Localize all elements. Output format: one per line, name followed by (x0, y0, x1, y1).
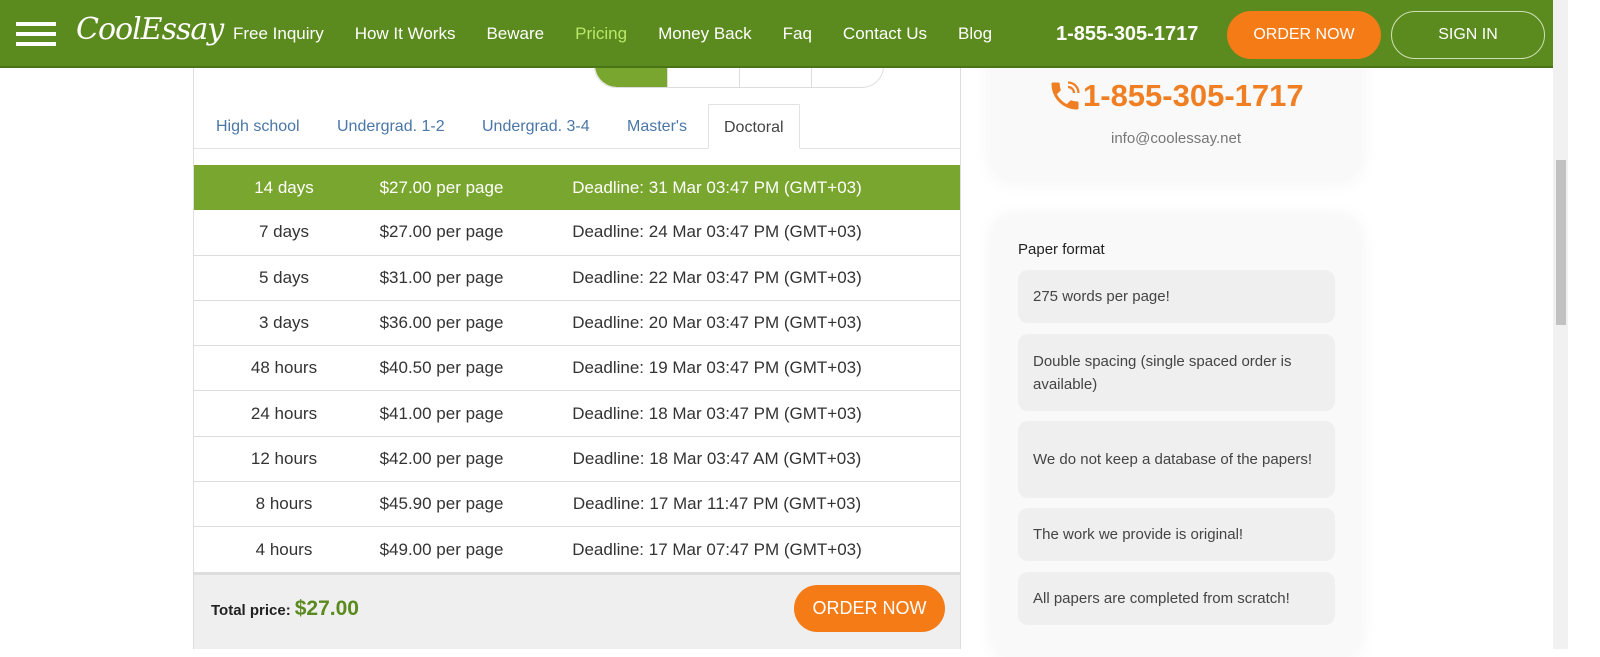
pricing-panel: USDGBPEURCAD High schoolUndergrad. 1-2Un… (193, 44, 961, 649)
deadline: Deadline: 18 Mar 03:47 AM (GMT+03) (572, 448, 862, 468)
tab-level-0[interactable]: High school (216, 104, 300, 149)
price-per-page: $41.00 per page (379, 403, 504, 423)
delivery-term: 7 days (258, 222, 310, 242)
header-order-now-button[interactable]: ORDER NOW (1227, 11, 1381, 59)
nav-link-faq[interactable]: Faq (783, 24, 812, 44)
delivery-term: 12 hours (250, 448, 318, 468)
feature-item: The work we provide is original! (1018, 508, 1335, 561)
scrollbar[interactable] (1553, 0, 1568, 649)
scrollbar-thumb[interactable] (1556, 160, 1566, 325)
nav-link-beware[interactable]: Beware (486, 24, 544, 44)
feature-item: All papers are completed from scratch! (1018, 572, 1335, 625)
delivery-term: 5 days (258, 267, 310, 287)
price-row[interactable]: 12 hours $42.00 per page Deadline: 18 Mar … (194, 437, 960, 483)
header-phone[interactable]: 1-855-305-1717 (1056, 23, 1198, 46)
price-row[interactable]: 8 hours $45.90 per page Deadline: 17 Mar 1… (194, 482, 960, 528)
paper-format-card: Paper format 275 words per page! Double s… (993, 217, 1360, 657)
phone-icon (1051, 81, 1080, 110)
delivery-term: 24 hours (250, 403, 318, 423)
nav-link-contact-us[interactable]: Contact Us (843, 24, 927, 44)
tab-level-2[interactable]: Undergrad. 3-4 (482, 104, 590, 149)
nav-link-blog[interactable]: Blog (958, 24, 992, 44)
nav-link-how-it-works[interactable]: How It Works (355, 24, 456, 44)
delivery-term: 48 hours (250, 358, 318, 378)
feature-item: We do not keep a database of the papers! (1018, 421, 1335, 498)
contact-phone[interactable]: 1-855-305-1717 (1047, 78, 1304, 114)
nav-link-money-back[interactable]: Money Back (658, 24, 752, 44)
price-row[interactable]: 14 days $27.00 per page Deadline: 31 Mar 0… (194, 165, 960, 211)
deadline: Deadline: 31 Mar 03:47 PM (GMT+03) (572, 177, 862, 197)
price-row[interactable]: 3 days $36.00 per page Deadline: 20 Mar 03… (194, 301, 960, 347)
logo[interactable]: CoolEssay (76, 12, 224, 47)
sign-in-button[interactable]: SIGN IN (1391, 11, 1545, 59)
nav-link-pricing[interactable]: Pricing (575, 24, 627, 44)
price-row[interactable]: 4 hours $49.00 per page Deadline: 17 Mar 0… (194, 527, 960, 573)
price-table: 14 days $27.00 per page Deadline: 31 Mar 0… (194, 165, 960, 573)
total-price-value: $27.00 (294, 597, 359, 620)
delivery-term: 3 days (258, 313, 310, 333)
price-per-page: $31.00 per page (379, 267, 504, 287)
total-price: Total price: $27.00 (211, 597, 359, 620)
delivery-term: 14 days (254, 177, 314, 197)
main-nav: Free Inquiry How It Works Beware Pricing Mon… (233, 24, 1023, 44)
price-row[interactable]: 7 days $27.00 per page Deadline: 24 Mar 03… (194, 210, 960, 256)
deadline: Deadline: 24 Mar 03:47 PM (GMT+03) (572, 222, 862, 242)
price-per-page: $49.00 per page (379, 539, 504, 559)
price-row[interactable]: 48 hours $40.50 per page Deadline: 19 Mar … (194, 346, 960, 392)
price-row[interactable]: 24 hours $41.00 per page Deadline: 18 Mar … (194, 391, 960, 437)
price-per-page: $40.50 per page (379, 358, 504, 378)
tab-level-3[interactable]: Master's (627, 104, 687, 149)
price-per-page: $45.90 per page (379, 494, 504, 514)
menu-icon[interactable] (16, 22, 56, 46)
deadline: Deadline: 17 Mar 11:47 PM (GMT+03) (572, 494, 862, 514)
academic-level-tabs: High school Undergrad. 1-2 Undergrad. 3-4 M… (194, 104, 960, 149)
site-header: CoolEssay Free Inquiry How It Works Beware… (0, 0, 1553, 68)
delivery-term: 4 hours (255, 539, 313, 559)
nav-link-free-inquiry[interactable]: Free Inquiry (233, 24, 324, 44)
deadline: Deadline: 20 Mar 03:47 PM (GMT+03) (572, 313, 862, 333)
price-per-page: $27.00 per page (379, 177, 504, 197)
delivery-term: 8 hours (255, 494, 313, 514)
paper-format-title: Paper format (1018, 241, 1105, 258)
order-now-button[interactable]: ORDER NOW (794, 585, 945, 632)
contact-email[interactable]: info@coolessay.net (992, 130, 1360, 147)
price-row[interactable]: 5 days $31.00 per page Deadline: 22 Mar 03… (194, 256, 960, 301)
deadline: Deadline: 22 Mar 03:47 PM (GMT+03) (572, 267, 862, 287)
feature-item: Double spacing (single spaced order is a… (1018, 334, 1335, 411)
price-footer: Total price: $27.00 ORDER NOW (194, 573, 960, 649)
feature-item: 275 words per page! (1018, 270, 1335, 323)
deadline: Deadline: 17 Mar 07:47 PM (GMT+03) (572, 539, 862, 559)
tab-level-1[interactable]: Undergrad. 1-2 (337, 104, 445, 149)
price-per-page: $42.00 per page (379, 448, 504, 468)
price-per-page: $36.00 per page (379, 313, 504, 333)
price-per-page: $27.00 per page (379, 222, 504, 242)
tab-level-4[interactable]: Doctoral (708, 104, 800, 149)
deadline: Deadline: 18 Mar 03:47 PM (GMT+03) (572, 403, 862, 423)
deadline: Deadline: 19 Mar 03:47 PM (GMT+03) (572, 358, 862, 378)
